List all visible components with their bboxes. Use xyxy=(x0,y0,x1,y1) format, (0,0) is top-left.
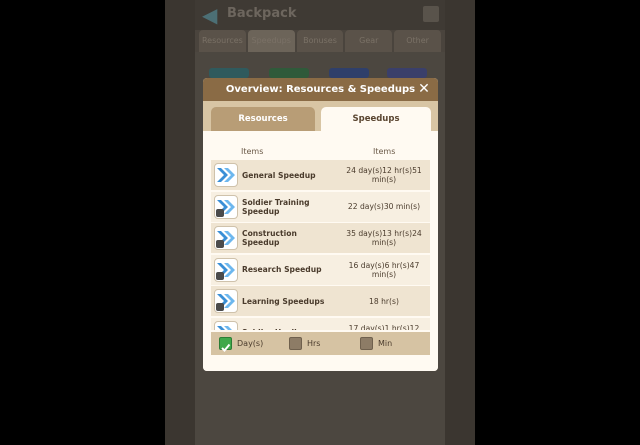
soldier-badge-icon xyxy=(216,208,224,217)
backpack-tab-bonuses[interactable]: Bonuses xyxy=(296,30,344,52)
list-item[interactable]: Research Speedup 16 day(s)6 hr(s)47 min(s… xyxy=(211,254,430,285)
back-arrow-icon[interactable]: ◀ xyxy=(202,4,224,26)
dialog-header: Overview: Resources & Speedups ✕ xyxy=(203,78,438,101)
list-item[interactable]: Soldier Healing 17 day(s)1 hr(s)12 min(s) xyxy=(211,317,430,331)
min-label: Min xyxy=(378,339,393,348)
list-item[interactable]: Construction Speedup 35 day(s)13 hr(s)24 … xyxy=(211,223,430,253)
speedup-chevron-icon xyxy=(214,257,238,282)
item-amount: 35 day(s)13 hr(s)24 min(s) xyxy=(346,229,422,247)
item-name: Soldier Healing xyxy=(242,318,330,330)
item-name: Construction Speedup xyxy=(242,229,297,247)
item-name: General Speedup xyxy=(242,170,316,180)
item-amount: 24 day(s)12 hr(s)51 min(s) xyxy=(346,166,422,184)
dialog-title: Overview: Resources & Speedups xyxy=(225,84,416,95)
list-item[interactable]: Soldier Training Speedup 22 day(s)30 min(… xyxy=(211,191,430,222)
backpack-title: Backpack xyxy=(227,6,297,21)
speedup-chevron-icon xyxy=(214,320,238,330)
game-screen: ◀ Backpack Resources Speedups Bonuses Ge… xyxy=(0,0,640,445)
item-name: Research Speedup xyxy=(242,265,322,274)
list-item[interactable]: Learning Speedups 18 hr(s) xyxy=(211,286,430,316)
close-icon[interactable]: ✕ xyxy=(416,81,432,97)
hrs-label: Hrs xyxy=(307,339,321,348)
item-name: Learning Speedups xyxy=(242,296,325,306)
item-amount: 16 day(s)6 hr(s)47 min(s) xyxy=(348,260,420,279)
overview-dialog: Overview: Resources & Speedups ✕ Resourc… xyxy=(203,78,438,371)
speedups-panel: Items Items General Speedup 24 day(s)12 h… xyxy=(203,131,438,371)
unit-selector: Day(s) Hrs Min xyxy=(211,332,430,355)
check-icon xyxy=(221,343,231,352)
column-header-amount: Items xyxy=(373,147,396,156)
column-header-items: Items xyxy=(241,147,264,156)
tab-speedups[interactable]: Speedups xyxy=(321,107,431,131)
speedup-list[interactable]: General Speedup 24 day(s)12 hr(s)51 min(s… xyxy=(211,160,430,330)
day-label: Day(s) xyxy=(237,339,264,348)
backpack-header: ◀ Backpack xyxy=(195,0,445,30)
background-chip xyxy=(209,68,249,78)
list-item[interactable]: General Speedup 24 day(s)12 hr(s)51 min(s… xyxy=(211,160,430,190)
menu-icon[interactable] xyxy=(423,6,439,22)
item-name: Soldier Training Speedup xyxy=(242,197,310,216)
background-chip xyxy=(387,68,427,78)
tab-resources[interactable]: Resources xyxy=(211,107,315,131)
speedup-chevron-icon xyxy=(214,163,238,187)
backpack-tab-speedups[interactable]: Speedups xyxy=(247,30,295,52)
item-amount: 22 day(s)30 min(s) xyxy=(347,202,421,211)
backpack-tabs: Resources Speedups Bonuses Gear Other xyxy=(195,30,445,52)
hrs-checkbox[interactable] xyxy=(289,337,302,350)
background-chip xyxy=(269,68,309,78)
learning-badge-icon xyxy=(216,303,224,311)
backpack-tab-other[interactable]: Other xyxy=(394,30,441,52)
backpack-tab-resources[interactable]: Resources xyxy=(199,30,246,52)
speedup-chevron-icon xyxy=(214,289,238,313)
min-checkbox[interactable] xyxy=(360,337,373,350)
item-amount: 18 hr(s) xyxy=(369,296,399,306)
background-chip xyxy=(329,68,369,78)
speedup-chevron-icon xyxy=(214,226,238,250)
day-checkbox[interactable] xyxy=(219,337,232,352)
hammer-badge-icon xyxy=(216,240,224,248)
backpack-tab-gear[interactable]: Gear xyxy=(345,30,393,52)
speedup-chevron-icon xyxy=(214,194,238,219)
book-badge-icon xyxy=(216,271,224,280)
item-amount: 17 day(s)1 hr(s)12 min(s) xyxy=(348,323,420,331)
